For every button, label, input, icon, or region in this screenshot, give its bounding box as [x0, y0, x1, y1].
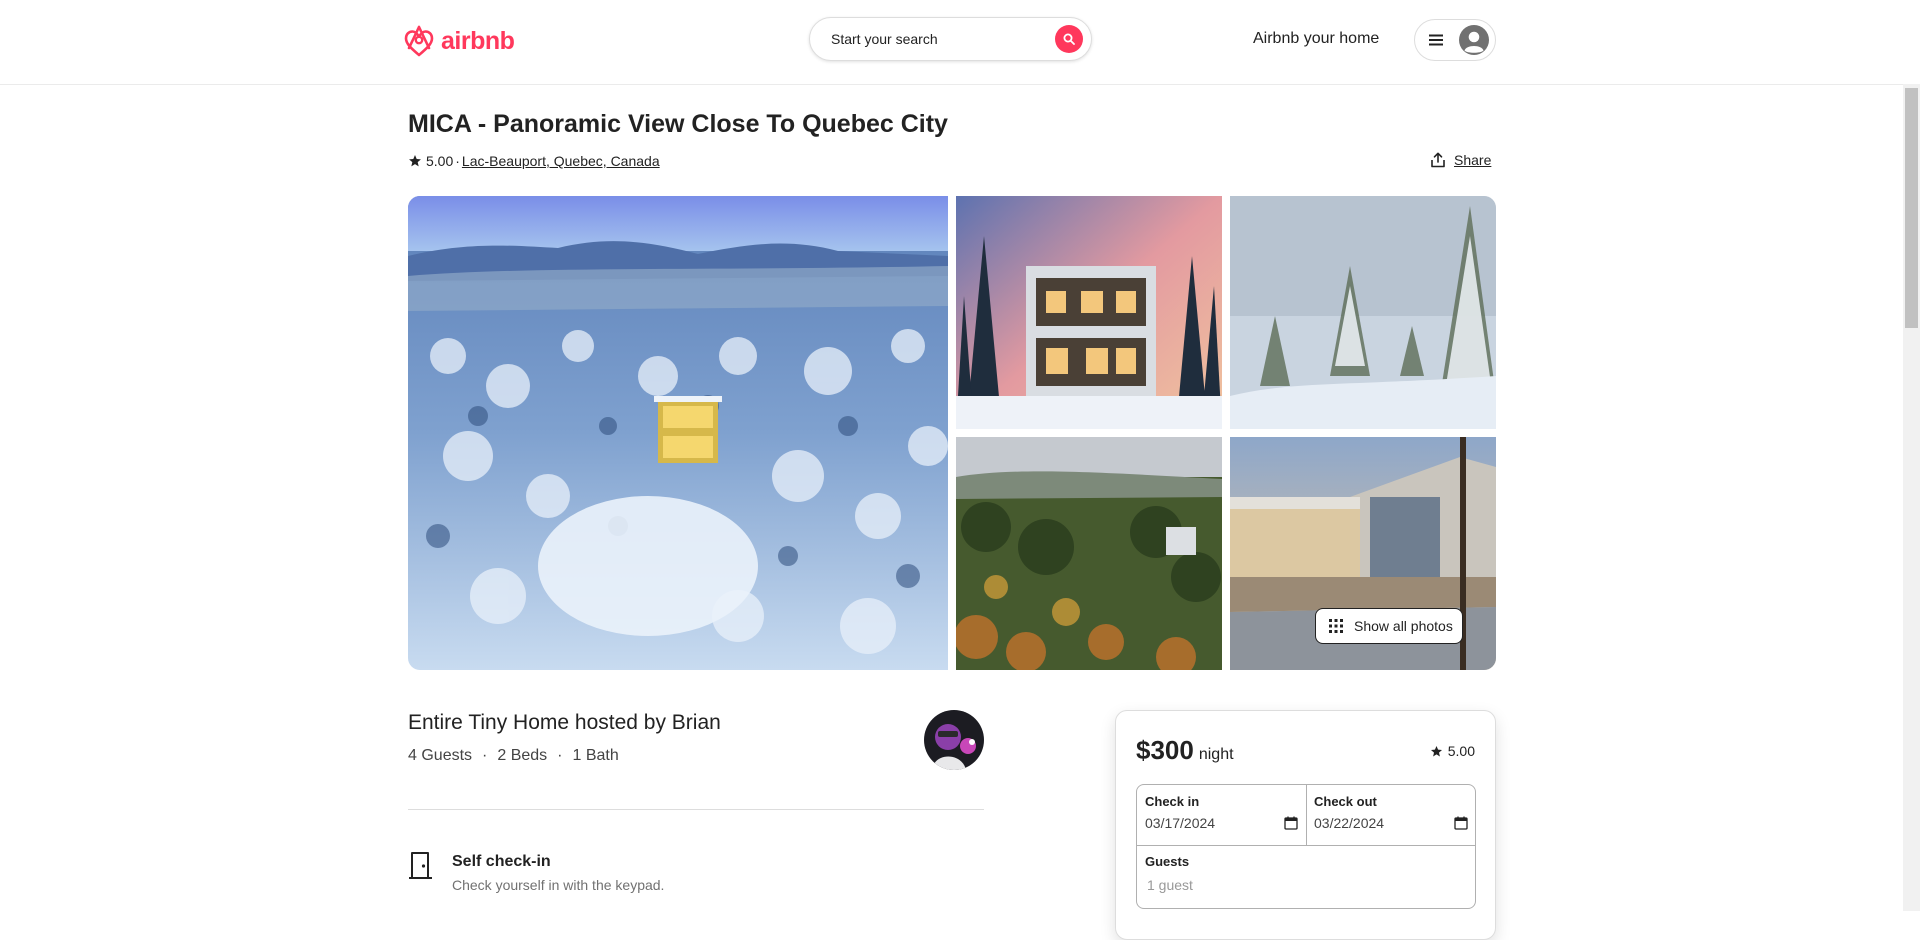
user-menu-button[interactable] [1414, 19, 1496, 61]
overview-guests: 4 Guests [408, 747, 473, 764]
share-label: Share [1454, 152, 1492, 168]
guests-field[interactable]: Guests 1 guest [1137, 845, 1475, 908]
check-out-value: 03/22/2024 [1314, 815, 1385, 831]
photo-snowy-trees[interactable] [1230, 196, 1496, 429]
calendar-icon[interactable] [1284, 816, 1298, 830]
location-link[interactable]: Lac-Beauport, Quebec, Canada [462, 153, 660, 169]
date-guest-picker: Check in 03/17/2024 Check out 03/22/2024 [1136, 784, 1476, 909]
airbnb-your-home-link[interactable]: Airbnb your home [1253, 30, 1379, 48]
nightly-price: $300 night [1136, 735, 1234, 766]
user-avatar-icon [1459, 25, 1489, 55]
check-out-label: Check out [1314, 794, 1377, 809]
airbnb-logo-icon [404, 25, 434, 57]
photo-aerial-winter-forest[interactable] [408, 196, 948, 670]
price-unit: night [1198, 746, 1234, 763]
guests-value: 1 guest [1147, 877, 1193, 893]
price-amount: $300 [1136, 735, 1194, 765]
host-avatar-image [924, 710, 984, 770]
listing-overview: 4 Guests · 2 Beds · 1 Bath [408, 747, 619, 765]
scrollbar-thumb[interactable] [1905, 88, 1918, 328]
grid-icon [1329, 619, 1343, 633]
search-button[interactable] [1055, 25, 1083, 53]
feature-subtitle: Check yourself in with the keypad. [452, 877, 665, 893]
host-avatar[interactable] [924, 710, 984, 770]
host-title: Entire Tiny Home hosted by Brian [408, 711, 721, 734]
check-in-field[interactable]: Check in 03/17/2024 [1137, 785, 1307, 845]
photo-house-winter-dusk[interactable] [956, 196, 1222, 429]
check-out-field[interactable]: Check out 03/22/2024 [1306, 785, 1475, 845]
listing-subheader: 5.00 · Lac-Beauport, Quebec, Canada [408, 153, 660, 169]
separator-dot: · [482, 747, 488, 764]
share-icon [1431, 152, 1445, 168]
check-in-label: Check in [1145, 794, 1200, 809]
booking-rating-value: 5.00 [1447, 743, 1475, 759]
star-icon [409, 155, 421, 167]
booking-card: $300 night 5.00 Check in 03/17/2024 Chec… [1115, 710, 1496, 940]
door-icon [409, 852, 432, 879]
share-button[interactable]: Share [1430, 152, 1491, 168]
star-icon [1430, 745, 1442, 756]
search-placeholder: Start your search [831, 31, 938, 47]
listing-title: MICA - Panoramic View Close To Quebec Ci… [408, 110, 948, 138]
photo-autumn-forest[interactable] [956, 437, 1222, 670]
booking-rating: 5.00 [1430, 743, 1475, 759]
page-scrollbar[interactable] [1903, 84, 1920, 911]
calendar-icon[interactable] [1454, 816, 1468, 830]
show-all-photos-label: Show all photos [1354, 618, 1453, 634]
section-divider [408, 809, 984, 810]
overview-beds: 2 Beds [497, 747, 548, 764]
logo-wordmark: airbnb [441, 26, 515, 55]
photo-gallery [408, 196, 1496, 670]
separator-dot: · [455, 153, 460, 169]
hamburger-menu-icon [1429, 34, 1443, 46]
search-bar[interactable]: Start your search [809, 17, 1092, 61]
search-icon [1063, 33, 1075, 45]
check-in-value: 03/17/2024 [1145, 815, 1216, 831]
feature-self-check-in: Self check-in Check yourself in with the… [408, 850, 664, 893]
guests-label: Guests [1145, 854, 1190, 869]
airbnb-logo[interactable]: airbnb [403, 24, 515, 58]
listing-rating: 5.00 [426, 153, 454, 169]
separator-dot: · [557, 747, 563, 764]
overview-baths: 1 Bath [572, 747, 619, 764]
show-all-photos-button[interactable]: Show all photos [1315, 608, 1463, 644]
top-header: airbnb Start your search Airbnb your hom… [0, 0, 1920, 85]
feature-title: Self check-in [452, 853, 551, 870]
